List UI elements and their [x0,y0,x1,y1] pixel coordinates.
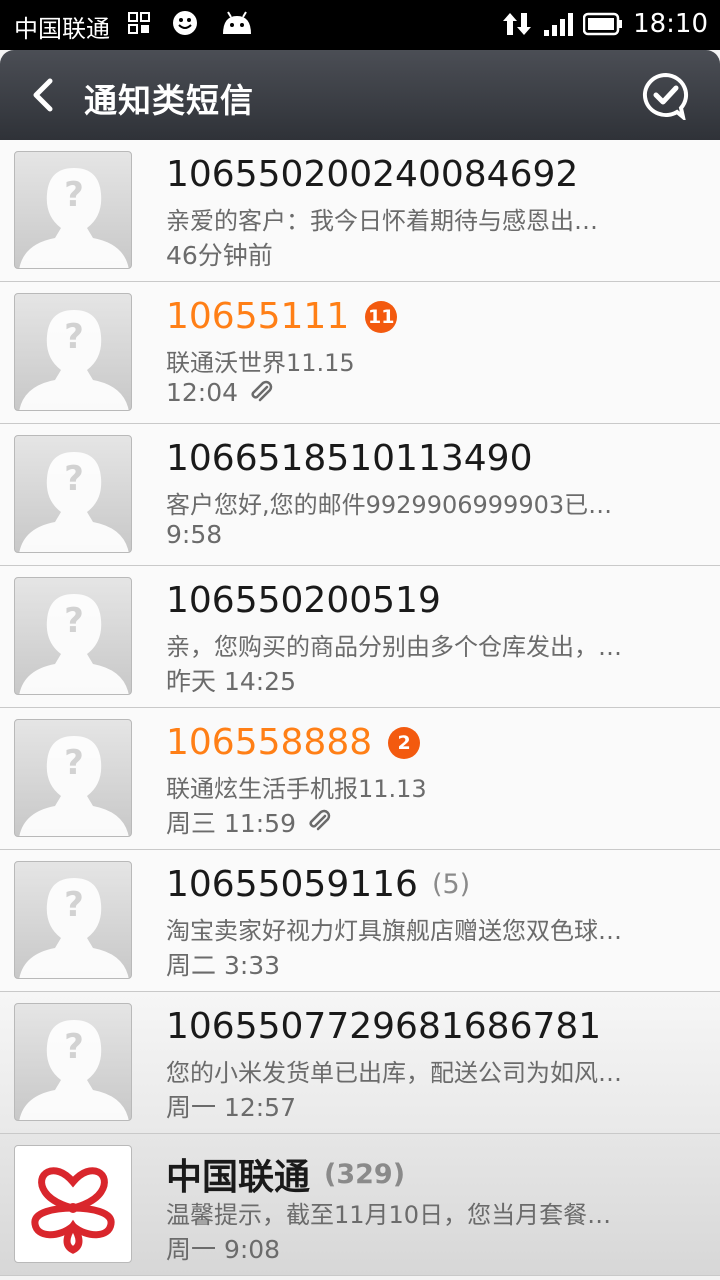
svg-text:?: ? [64,885,84,925]
contact-name-text: 10655111 [166,296,350,337]
message-preview: 亲爱的客户：我今日怀着期待与感恩出… [166,207,598,235]
page-title: 通知类短信 [84,81,254,120]
message-time: 46分钟前 [166,236,273,272]
data-transfer-icon [503,13,532,35]
message-time: 12:04 [166,378,274,407]
message-preview: 联通炫生活手机报11.13 [166,775,427,803]
message-time-text: 46分钟前 [166,241,273,270]
message-preview: 客户您好,您的邮件9929906999903已… [166,491,613,519]
conversation-list: ? 106550200240084692 亲爱的客户：我今日怀着期待与感恩出… … [0,140,720,1276]
contact-name: 10655059116 (5) [166,864,470,905]
svg-text:?: ? [64,743,84,783]
contact-name: 106550200519 [166,580,441,621]
message-time-text: 昨天 14:25 [166,667,296,696]
contact-name-text: 106550200519 [166,580,441,621]
message-count: (5) [431,869,471,900]
status-bar: 中国联通 18:10 [0,0,720,50]
avatar: ? [14,577,132,695]
conversation-row[interactable]: ? 106558888 2 联通炫生活手机报11.13 周三 11:59 [0,708,720,850]
message-preview: 淘宝卖家好视力灯具旗舰店赠送您双色球… [166,917,622,945]
contact-name: 106550200240084692 [166,154,578,195]
unread-badge: 11 [365,300,398,333]
avatar: ? [14,861,132,979]
message-preview: 您的小米发货单已出库，配送公司为如风… [166,1059,622,1087]
contact-name-text: 106550200240084692 [166,154,579,195]
message-time: 周二 3:33 [166,946,280,982]
svg-text:?: ? [64,175,84,215]
message-time-text: 周二 3:33 [166,951,281,980]
contact-name: 10655111 11 [166,296,398,337]
avatar: ? [14,1003,132,1121]
default-contact-icon: ? [19,168,129,268]
message-time: 周三 11:59 [166,804,332,840]
attachment-icon [251,380,273,401]
conversation-row[interactable]: ? 1066518510113490 客户您好,您的邮件992990699990… [0,424,720,566]
svg-text:?: ? [64,1027,84,1067]
avatar [14,1145,132,1263]
message-time: 周一 9:08 [166,1230,280,1266]
contact-name: 中国联通 (329) [166,1148,405,1200]
battery-icon [583,12,623,36]
message-time-text: 9:58 [166,520,223,549]
grid-icon [128,12,150,34]
notification-icons [128,10,254,36]
svg-text:?: ? [64,317,84,357]
android-icon [223,11,251,34]
conversation-row[interactable]: ? 10655059116 (5) 淘宝卖家好视力灯具旗舰店赠送您双色球… 周二… [0,850,720,992]
conversation-row[interactable]: ? 106550200519 亲，您购买的商品分别由多个仓库发出，… 昨天 14… [0,566,720,708]
default-contact-icon: ? [19,1020,129,1120]
avatar: ? [14,293,132,411]
title-bar: 通知类短信 [0,50,720,140]
conversation-row[interactable]: ? 106550200240084692 亲爱的客户：我今日怀着期待与感恩出… … [0,140,720,282]
contact-name-text: 中国联通 [166,1157,311,1198]
default-contact-icon: ? [19,878,129,978]
message-time-text: 12:04 [166,378,239,407]
message-time-text: 周一 12:57 [166,1093,296,1122]
message-time-text: 周一 9:08 [166,1235,281,1264]
avatar: ? [14,151,132,269]
message-preview: 联通沃世界11.15 [166,349,355,377]
avatar: ? [14,719,132,837]
default-contact-icon: ? [19,594,129,694]
conversation-row[interactable]: ? 1065507729681686781 您的小米发货单已出库，配送公司为如风… [0,992,720,1134]
conversation-row[interactable]: ? 10655111 11 联通沃世界11.15 12:04 [0,282,720,424]
message-preview: 温馨提示，截至11月10日，您当月套餐… [166,1201,612,1229]
message-preview: 亲，您购买的商品分别由多个仓库发出，… [166,633,622,661]
contact-name: 1066518510113490 [166,438,532,479]
contact-name-text: 1065507729681686781 [166,1006,602,1047]
default-contact-icon: ? [19,310,129,410]
back-chevron-icon[interactable] [28,78,58,112]
contact-name-text: 1066518510113490 [166,438,533,479]
default-contact-icon: ? [19,736,129,836]
status-right: 18:10 [501,9,708,39]
message-time: 9:58 [166,520,222,549]
signal-icon [544,13,574,36]
carrier-name: 中国联通 [14,15,110,43]
conversation-row[interactable]: 中国联通 (329) 温馨提示，截至11月10日，您当月套餐… 周一 9:08 [0,1134,720,1276]
contact-name: 1065507729681686781 [166,1006,601,1047]
svg-text:?: ? [64,601,84,641]
avatar: ? [14,435,132,553]
attachment-icon [309,809,331,831]
unread-badge: 2 [388,726,421,759]
contact-name: 106558888 2 [166,722,421,763]
check-bubble-icon[interactable] [642,72,690,120]
message-time: 周一 12:57 [166,1088,296,1124]
contact-name-text: 106558888 [166,722,373,763]
message-time: 昨天 14:25 [166,662,296,698]
svg-text:?: ? [64,459,84,499]
message-time-text: 周三 11:59 [166,809,296,838]
clock: 18:10 [633,9,708,39]
message-count: (329) [324,1158,406,1190]
default-contact-icon: ? [19,452,129,552]
contact-name-text: 10655059116 [166,864,418,905]
smiley-icon [173,11,197,35]
china-unicom-logo [31,1167,115,1254]
